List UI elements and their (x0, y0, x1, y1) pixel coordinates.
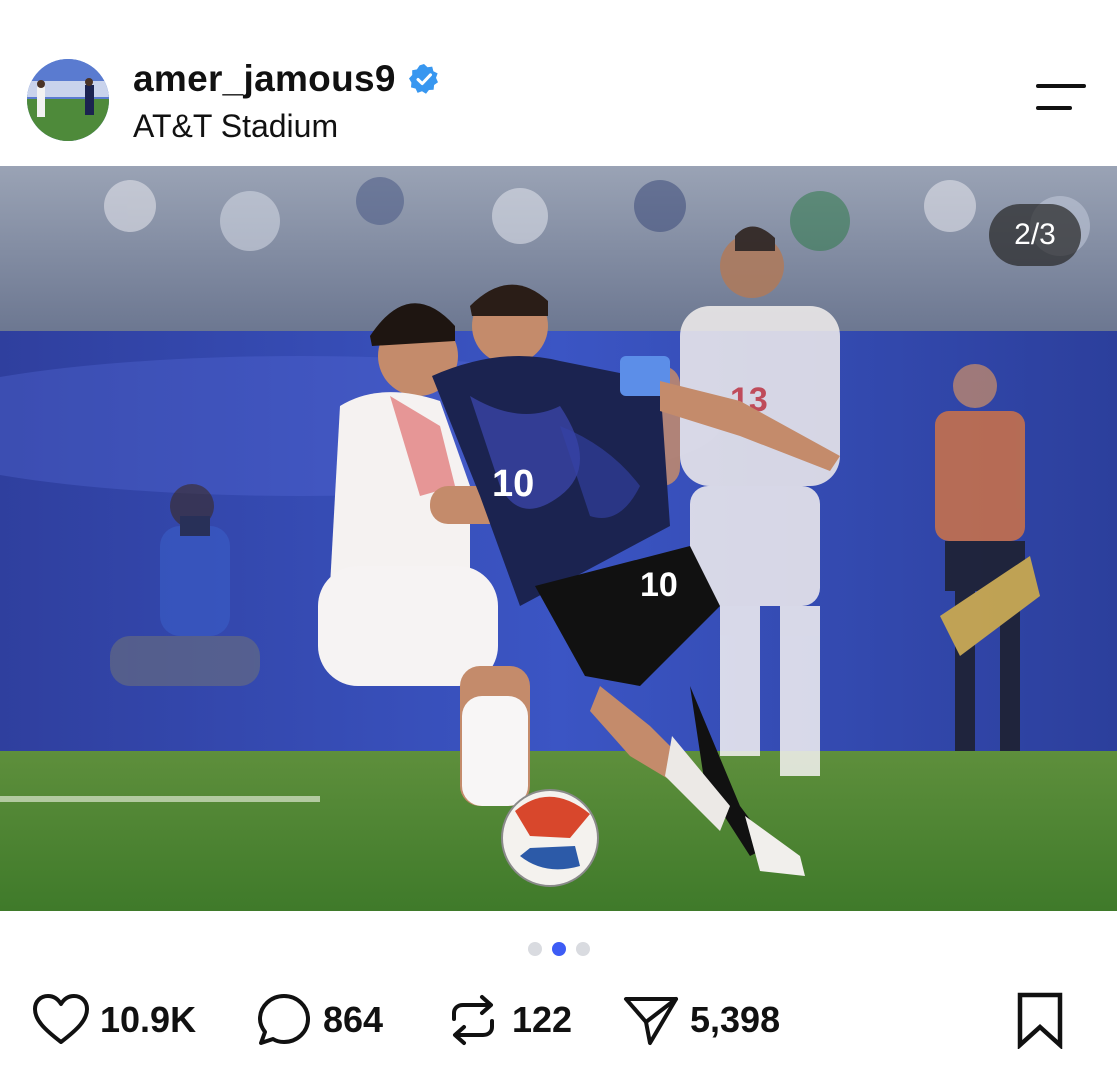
carousel-counter: 2/3 (989, 204, 1081, 266)
location-label[interactable]: AT&T Stadium (133, 108, 338, 145)
action-bar: 10.9K 864 122 5,398 (0, 985, 1117, 1055)
reposts-count: 122 (512, 999, 573, 1040)
carousel-dot (527, 942, 542, 956)
likes-count: 10.9K (100, 999, 197, 1040)
verified-badge-icon (408, 63, 440, 95)
svg-text:10: 10 (640, 566, 678, 604)
svg-text:10: 10 (492, 463, 534, 505)
username[interactable]: amer_jamous9 (133, 58, 396, 100)
repost-button[interactable]: 122 (442, 985, 572, 1055)
repost-icon (442, 989, 504, 1051)
heart-icon (30, 989, 92, 1051)
comment-icon (253, 989, 315, 1051)
share-button[interactable]: 5,398 (620, 985, 780, 1055)
carousel-dot-active (551, 942, 566, 956)
comment-button[interactable]: 864 (253, 985, 383, 1055)
username-row: amer_jamous9 (133, 58, 440, 100)
carousel-dot (575, 942, 590, 956)
post-photo[interactable]: 13 10 10 2/3 (0, 166, 1117, 911)
menu-icon[interactable] (1030, 80, 1090, 116)
bookmark-icon[interactable] (1015, 991, 1065, 1051)
comments-count: 864 (323, 999, 384, 1040)
avatar[interactable] (27, 59, 109, 141)
carousel-indicator (0, 942, 1117, 956)
soccer-match-photo: 13 10 10 (0, 166, 1117, 911)
like-button[interactable]: 10.9K (30, 985, 196, 1055)
send-icon (620, 989, 682, 1051)
avatar-image (27, 59, 109, 141)
shares-count: 5,398 (690, 999, 781, 1040)
post-header: amer_jamous9 AT&T Stadium (0, 0, 1117, 166)
